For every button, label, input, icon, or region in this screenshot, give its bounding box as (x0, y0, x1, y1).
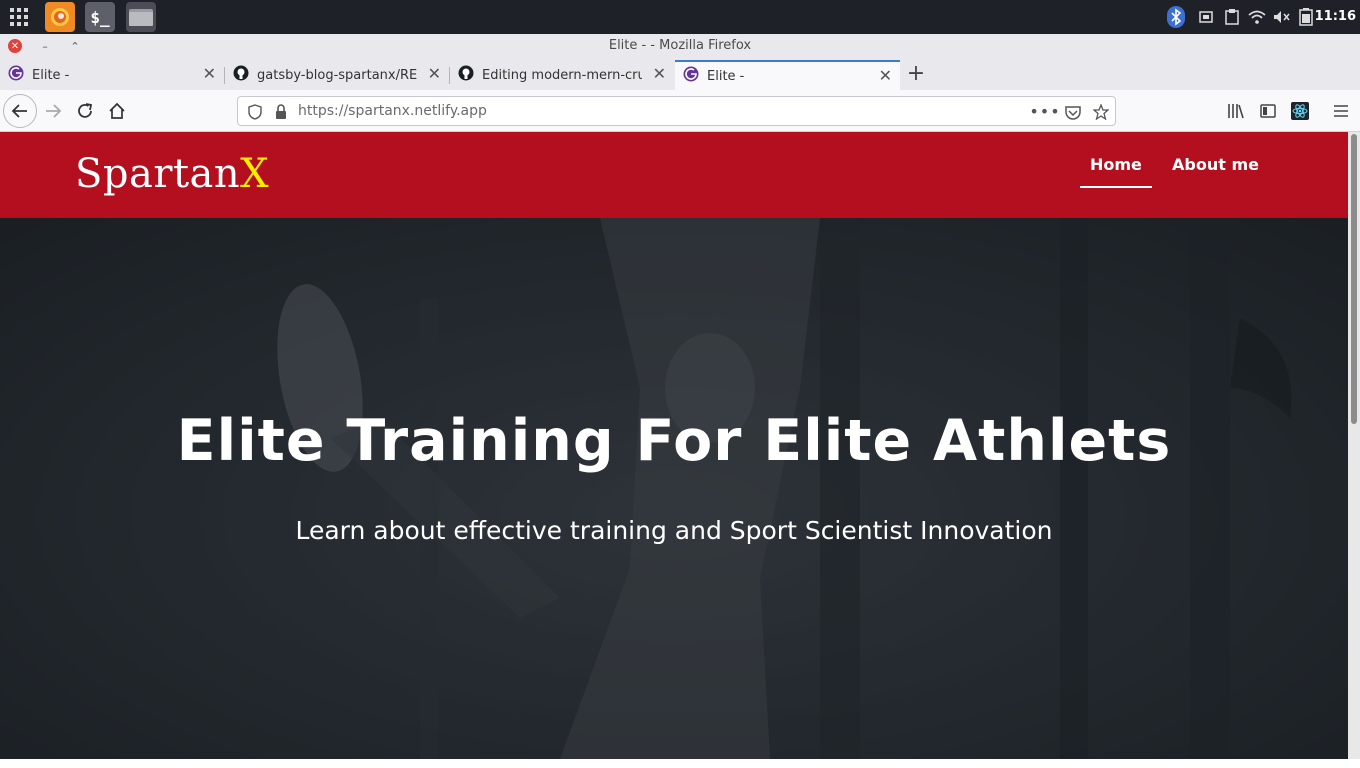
tab-github-editing[interactable]: Editing modern-mern-crud ✕ (450, 60, 674, 90)
terminal-label: $_ (90, 7, 110, 27)
bluetooth-icon[interactable] (1166, 0, 1186, 34)
active-nav-underline (1080, 186, 1152, 188)
tab-label: Editing modern-mern-crud (482, 67, 642, 83)
apps-grid-icon[interactable] (4, 2, 34, 32)
reload-button[interactable] (69, 95, 101, 127)
react-devtools-icon[interactable] (1284, 95, 1316, 127)
reload-icon (78, 103, 93, 118)
hero-section: Elite Training For Elite Athlets Learn a… (0, 218, 1348, 759)
home-icon (109, 102, 125, 119)
sidebar-icon[interactable] (1252, 95, 1284, 127)
github-icon (233, 65, 249, 85)
menu-icon[interactable] (1325, 95, 1357, 127)
os-top-panel: $_ 11:16 (0, 0, 1360, 34)
tab-label: gatsby-blog-spartanx/READ (257, 67, 417, 83)
clock[interactable]: 11:16 (1315, 0, 1356, 34)
tab-elite-1[interactable]: Elite - ✕ (0, 60, 224, 90)
shield-icon[interactable] (246, 103, 264, 121)
navigation-toolbar: https://spartanx.netlify.app ••• (0, 90, 1360, 132)
site-header: SpartanX Home About me (0, 132, 1348, 218)
firefox-icon[interactable] (45, 2, 75, 32)
nav-about-link[interactable]: About me (1172, 155, 1259, 174)
window-titlebar: ✕ – ⌃ Elite - - Mozilla Firefox (0, 34, 1360, 60)
tab-close-icon[interactable]: ✕ (653, 66, 666, 82)
library-icon[interactable] (1220, 95, 1252, 127)
tab-bar: Elite - ✕ gatsby-blog-spartanx/READ ✕ Ed… (0, 60, 1360, 90)
home-button[interactable] (101, 95, 133, 127)
wifi-icon[interactable] (1247, 0, 1267, 34)
arrow-left-icon (11, 104, 27, 118)
lock-icon[interactable] (272, 103, 290, 121)
hero-title: Elite Training For Elite Athlets (176, 408, 1172, 474)
tab-close-icon[interactable]: ✕ (879, 68, 892, 84)
url-bar[interactable]: https://spartanx.netlify.app ••• (237, 96, 1116, 126)
web-page: SpartanX Home About me Elite Training Fo… (0, 132, 1348, 759)
hero-subtitle: Learn about effective training and Sport… (295, 516, 1053, 545)
brand-accent: X (240, 151, 270, 197)
tab-label: Elite - (707, 68, 745, 84)
scrollbar-thumb[interactable] (1351, 134, 1357, 424)
github-icon (458, 65, 474, 85)
arrow-right-icon (46, 104, 62, 118)
memory-icon[interactable] (1196, 0, 1216, 34)
tab-close-icon[interactable]: ✕ (203, 66, 216, 82)
battery-icon[interactable] (1296, 0, 1316, 34)
tab-label: Elite - (32, 67, 70, 83)
site-logo[interactable]: SpartanX (75, 151, 269, 197)
page-actions-icon[interactable]: ••• (1029, 103, 1059, 121)
gatsby-icon (8, 65, 24, 85)
brand-main: Spartan (75, 151, 241, 197)
hero-overlay (0, 218, 1348, 759)
clipboard-icon[interactable] (1222, 0, 1242, 34)
gatsby-icon (683, 66, 699, 86)
volume-muted-icon[interactable] (1272, 0, 1292, 34)
tab-elite-active[interactable]: Elite - ✕ (675, 60, 900, 90)
back-button[interactable] (3, 94, 37, 128)
pocket-icon[interactable] (1064, 103, 1082, 121)
forward-button[interactable] (37, 95, 69, 127)
nav-home-link[interactable]: Home (1090, 155, 1142, 174)
url-text[interactable]: https://spartanx.netlify.app (298, 103, 487, 119)
terminal-icon[interactable]: $_ (85, 2, 115, 32)
folder-icon[interactable] (126, 2, 156, 32)
page-bottom-edge (0, 759, 1360, 768)
bookmark-star-icon[interactable] (1092, 103, 1110, 121)
tab-close-icon[interactable]: ✕ (428, 66, 441, 82)
tab-github-readme[interactable]: gatsby-blog-spartanx/READ ✕ (225, 60, 449, 90)
new-tab-button[interactable]: + (904, 62, 928, 88)
window-title: Elite - - Mozilla Firefox (608, 38, 752, 53)
page-scrollbar[interactable] (1348, 132, 1360, 759)
